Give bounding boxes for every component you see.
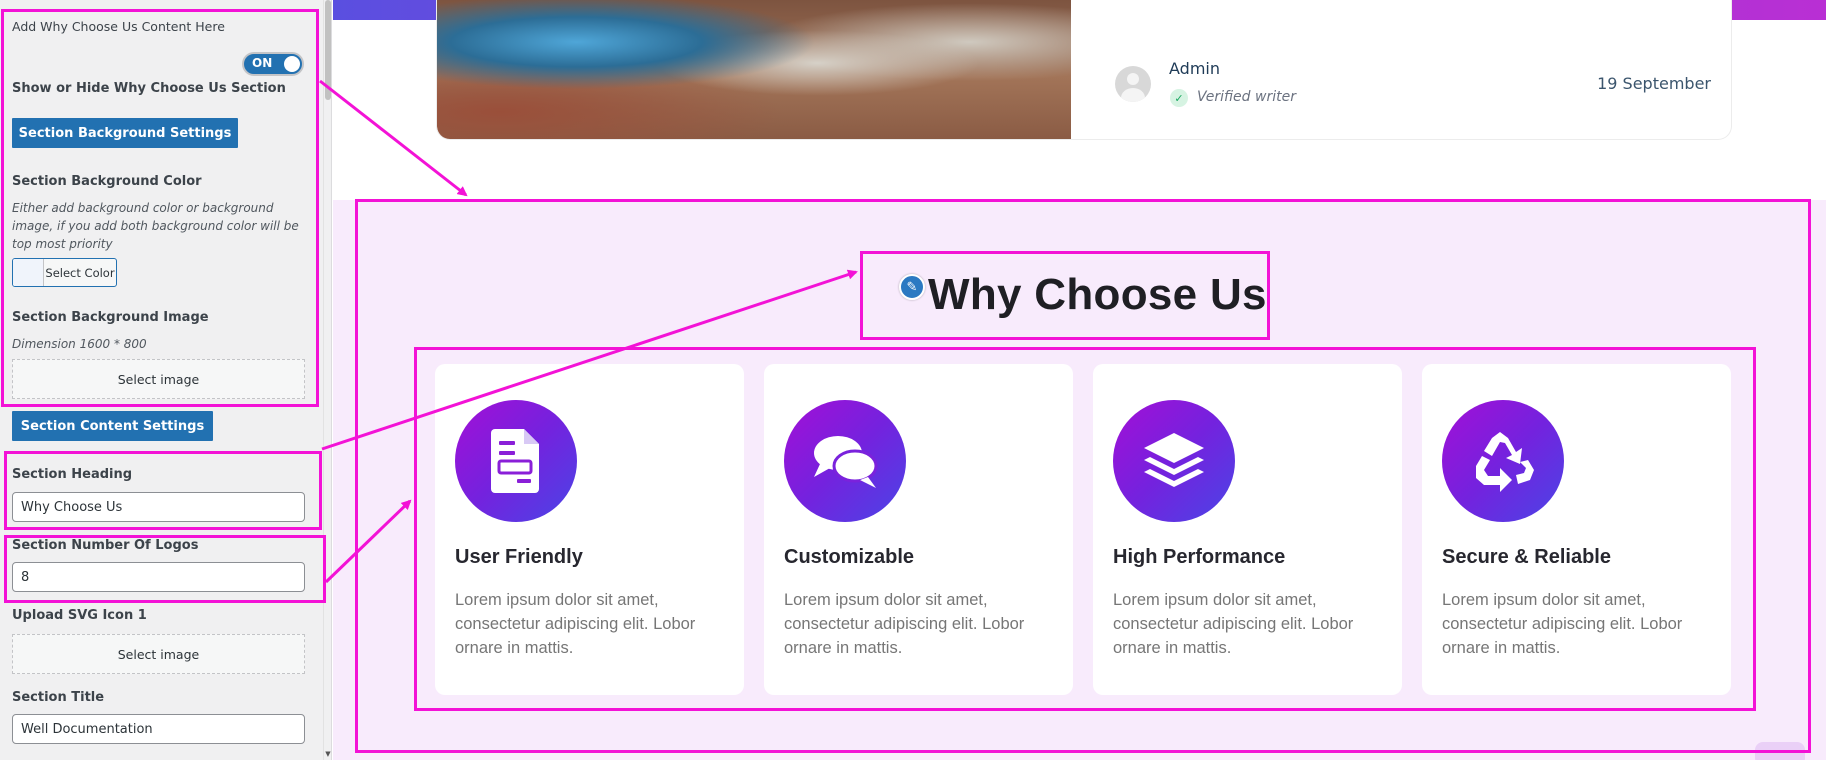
annotation-box-background-settings xyxy=(1,9,319,407)
scroll-down-icon[interactable]: ▼ xyxy=(324,750,331,758)
section-title-input[interactable]: Well Documentation xyxy=(12,714,305,744)
post-image xyxy=(437,0,1071,139)
check-icon: ✓ xyxy=(1170,89,1188,107)
blog-post-card[interactable] xyxy=(436,0,1732,140)
annotation-box-heading-preview xyxy=(860,251,1270,340)
customizer-screen: Add Why Choose Us Content Here ON Show o… xyxy=(0,0,1826,760)
section-title-label: Section Title xyxy=(12,690,105,705)
annotation-box-features-preview xyxy=(414,347,1756,711)
scrollbar-thumb[interactable] xyxy=(325,0,331,100)
annotation-box-logos-count xyxy=(4,535,326,603)
verified-writer-text: Verified writer xyxy=(1197,89,1296,105)
post-author[interactable]: Admin xyxy=(1169,59,1220,78)
post-date: 19 September xyxy=(1597,74,1711,93)
section-content-settings-button[interactable]: Section Content Settings xyxy=(12,411,213,441)
svg-icon-select-button[interactable]: Select image xyxy=(12,634,305,674)
svg-icon-label: Upload SVG Icon 1 xyxy=(12,608,147,623)
panel-scrollbar[interactable]: ▼ xyxy=(323,0,331,760)
author-avatar xyxy=(1115,66,1151,102)
annotation-box-section-heading xyxy=(4,451,322,530)
